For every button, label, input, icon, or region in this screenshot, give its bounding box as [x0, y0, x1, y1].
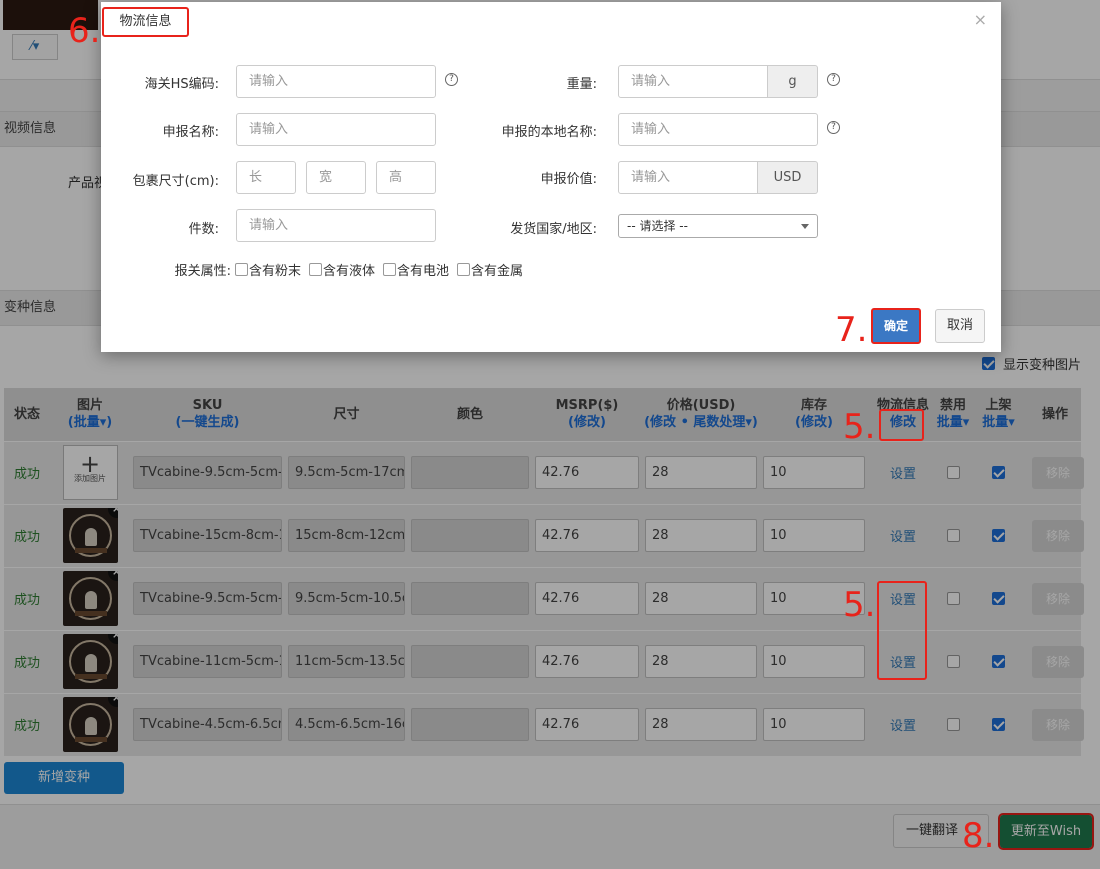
package-width-input[interactable]: 宽: [306, 161, 366, 194]
declare-local-name-label: 申报的本地名称:: [501, 125, 597, 140]
modal-title: 物流信息: [102, 7, 189, 37]
pieces-label: 件数:: [188, 222, 219, 237]
package-height-input[interactable]: 高: [376, 161, 436, 194]
attr-battery-label: 含有电池: [397, 264, 450, 279]
logistics-modal: 物流信息 × 海关HS编码: 请输入 ? 重量: 请输入 g ? 申报名称: 请…: [101, 2, 1001, 352]
hs-code-input[interactable]: 请输入: [236, 65, 436, 98]
annotation-step-5-rows: 5.: [843, 585, 876, 625]
confirm-button[interactable]: 确定: [871, 308, 921, 344]
attr-battery-option[interactable]: 含有电池: [383, 260, 449, 279]
ship-country-label: 发货国家/地区:: [510, 222, 597, 237]
ship-country-select[interactable]: -- 请选择 --: [618, 214, 818, 238]
customs-attributes-row: 报关属性: 含有粉末 含有液体 含有电池 含有金属: [159, 260, 579, 279]
attr-liquid-label: 含有液体: [323, 264, 376, 279]
declare-value-unit-addon: USD: [758, 161, 818, 194]
close-icon[interactable]: ×: [974, 10, 987, 29]
attr-liquid-option[interactable]: 含有液体: [309, 260, 375, 279]
package-size-label: 包裹尺寸(cm):: [132, 174, 219, 189]
local-name-help-icon[interactable]: ?: [827, 121, 840, 134]
annotation-step-6: 6.: [68, 11, 101, 51]
weight-label: 重量:: [566, 77, 597, 92]
hs-code-help-icon[interactable]: ?: [445, 73, 458, 86]
chevron-down-icon: [801, 224, 809, 229]
weight-help-icon[interactable]: ?: [827, 73, 840, 86]
declare-name-input[interactable]: 请输入: [236, 113, 436, 146]
annotation-box-logistics-rows: [877, 581, 927, 680]
attr-battery-checkbox[interactable]: [383, 263, 397, 276]
weight-input[interactable]: 请输入: [618, 65, 768, 98]
attr-liquid-checkbox[interactable]: [309, 263, 323, 276]
attr-powder-checkbox[interactable]: [235, 263, 248, 276]
ship-country-selected: -- 请选择 --: [627, 219, 688, 233]
weight-unit-addon: g: [768, 65, 818, 98]
declare-value-label: 申报价值:: [540, 172, 597, 187]
cancel-button[interactable]: 取消: [935, 309, 985, 343]
attr-metal-checkbox[interactable]: [457, 263, 471, 276]
declare-value-input[interactable]: 请输入: [618, 161, 758, 194]
annotation-step-5-header: 5.: [843, 407, 876, 447]
annotation-step-7: 7.: [835, 310, 868, 350]
pieces-input[interactable]: 请输入: [236, 209, 436, 242]
attr-metal-option[interactable]: 含有金属: [457, 260, 523, 279]
declare-local-name-input[interactable]: 请输入: [618, 113, 818, 146]
hs-code-label: 海关HS编码:: [144, 77, 219, 92]
declare-name-label: 申报名称:: [162, 125, 219, 140]
annotation-step-8: 8.: [962, 816, 995, 856]
attr-powder-option[interactable]: 含有粉末: [235, 260, 301, 279]
customs-attr-label: 报关属性:: [174, 264, 231, 279]
attr-metal-label: 含有金属: [471, 264, 524, 279]
attr-powder-label: 含有粉末: [249, 264, 302, 279]
package-length-input[interactable]: 长: [236, 161, 296, 194]
annotation-box-logistics-header: [879, 409, 924, 441]
